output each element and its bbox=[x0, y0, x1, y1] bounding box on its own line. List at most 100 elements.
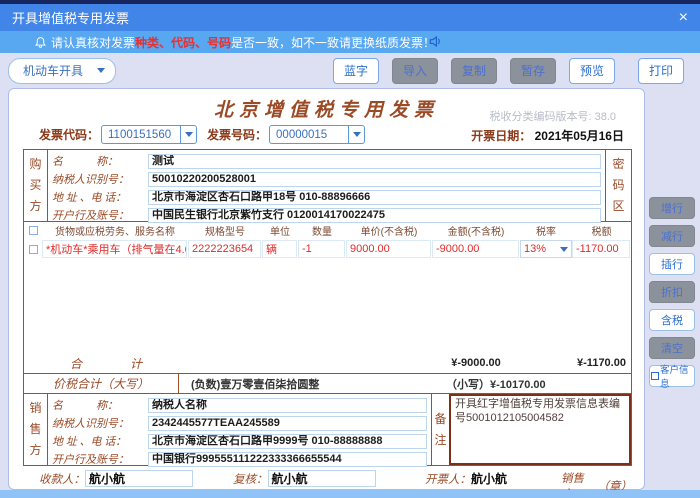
item-price-input[interactable]: 9000.00 bbox=[346, 240, 431, 258]
drawer-label: 开票人： bbox=[425, 471, 471, 487]
item-spec-input[interactable]: 2222223654 bbox=[188, 240, 261, 258]
customer-info-button[interactable]: 客户信息 bbox=[649, 365, 695, 387]
buyer-name-label: 名 称： bbox=[52, 153, 148, 169]
tax-code-version-note: 税收分类编码版本号: 38.0 bbox=[489, 108, 616, 124]
tax-included-button[interactable]: 含税 bbox=[649, 309, 695, 331]
seller-bank-row: 开户行及账号： 中国银行999555111222333366655544 bbox=[52, 451, 427, 467]
add-row-button: 增行 bbox=[649, 197, 695, 219]
buyer-bank-row: 开户行及账号： 中国民生银行北京紫竹支行 0120014170022475 bbox=[52, 207, 601, 223]
invoice-body: 购买方 名 称： 测试 纳税人识别号： 50010220200528001 地 … bbox=[23, 149, 632, 466]
header-checkbox-cell[interactable] bbox=[24, 226, 42, 235]
seller-bank-input[interactable]: 中国银行999555111222333366655544 bbox=[148, 452, 427, 467]
notice-bar: 请认真核对发票种类、代码、号码是否一致，如不一致请更换纸质发票！ bbox=[0, 31, 700, 53]
reviewer-label: 复核： bbox=[233, 471, 268, 487]
buyer-name-input[interactable]: 测试 bbox=[148, 154, 601, 169]
buyer-bank-label: 开户行及账号： bbox=[52, 207, 148, 223]
buyer-address-input[interactable]: 北京市海淀区杏石口路甲18号 010-88896666 bbox=[148, 190, 601, 205]
item-taxrate-value: 13% bbox=[524, 243, 546, 255]
seller-fields: 名 称： 纳税人名称 纳税人识别号： 2342445577TEAA245589 … bbox=[48, 394, 431, 465]
seller-section: 销售方 名 称： 纳税人名称 纳税人识别号： 2342445577TEAA245… bbox=[23, 393, 632, 466]
invoice-date: 开票日期： 2021年05月16日 bbox=[471, 127, 624, 144]
item-amount-input[interactable]: -9000.00 bbox=[432, 240, 519, 258]
insert-row-button[interactable]: 插行 bbox=[649, 253, 695, 275]
col-tax: 税额 bbox=[572, 223, 631, 238]
item-name-input[interactable]: *机动车*乘用车（排气量在4.0升以上 bbox=[42, 240, 187, 258]
seller-taxid-row: 纳税人识别号： 2342445577TEAA245589 bbox=[52, 415, 427, 431]
item-tax-input[interactable]: -1170.00 bbox=[572, 240, 630, 258]
invoice-footer: 收款人： 航小航 复核： 航小航 开票人： 航小航 销售方： （章） bbox=[23, 470, 632, 490]
col-spec: 规格型号 bbox=[188, 223, 262, 238]
invoice-number-value: 00000015 bbox=[270, 129, 348, 141]
temp-save-button: 暂存 bbox=[510, 58, 556, 84]
invoice-code-value: 1100151560 bbox=[102, 129, 180, 141]
item-qty-input[interactable]: -1 bbox=[298, 240, 345, 258]
password-area: 密码区 bbox=[605, 150, 631, 221]
bottom-strip bbox=[0, 490, 700, 498]
preview-button[interactable]: 预览 bbox=[569, 58, 615, 84]
col-amount: 金额(不含税) bbox=[432, 223, 520, 238]
buyer-address-label: 地 址 、电 话： bbox=[52, 189, 148, 205]
seller-taxid-label: 纳税人识别号： bbox=[52, 415, 148, 431]
seller-address-label: 地 址 、电 话： bbox=[52, 433, 148, 449]
close-icon[interactable]: × bbox=[679, 10, 688, 26]
customer-info-checkbox[interactable] bbox=[651, 372, 659, 380]
buyer-bank-input[interactable]: 中国民生银行北京紫竹支行 0120014170022475 bbox=[148, 208, 601, 223]
reviewer-group: 复核： 航小航 bbox=[233, 470, 376, 487]
import-button: 导入 bbox=[392, 58, 438, 84]
speaker-icon[interactable] bbox=[428, 34, 443, 52]
totals-tax: ¥-1170.00 bbox=[572, 357, 631, 369]
seller-address-input[interactable]: 北京市海淀区杏石口路甲9999号 010-88888888 bbox=[148, 434, 427, 449]
invoice-date-value: 2021年05月16日 bbox=[535, 129, 624, 143]
invoice-number-select[interactable]: 00000015 bbox=[269, 125, 365, 144]
blue-invoice-button[interactable]: 蓝字 bbox=[333, 58, 379, 84]
customer-info-label: 客户信息 bbox=[660, 362, 693, 390]
col-qty: 数量 bbox=[298, 223, 346, 238]
buyer-fields: 名 称： 测试 纳税人识别号： 50010220200528001 地 址 、电… bbox=[48, 150, 605, 221]
remarks-side-label: 备注 bbox=[431, 394, 449, 465]
item-unit-input[interactable]: 辆 bbox=[262, 240, 297, 258]
reviewer-input[interactable]: 航小航 bbox=[268, 470, 376, 487]
seller-name-input[interactable]: 纳税人名称 bbox=[148, 398, 427, 413]
seller-taxid-input[interactable]: 2342445577TEAA245589 bbox=[148, 416, 427, 431]
copy-button: 复制 bbox=[451, 58, 497, 84]
seller-bank-label: 开户行及账号： bbox=[52, 451, 148, 467]
col-price: 单价(不含税) bbox=[346, 223, 432, 238]
sum-numeric: （小写）¥-10170.00 bbox=[446, 374, 631, 393]
col-unit: 单位 bbox=[262, 223, 298, 238]
invoice-type-value: 机动车开具 bbox=[23, 62, 83, 79]
row-checkbox bbox=[29, 245, 38, 254]
remarks-box[interactable]: 开具红字增值税专用发票信息表编号5001012105004582 bbox=[449, 394, 631, 465]
seller-name-row: 名 称： 纳税人名称 bbox=[52, 397, 427, 413]
col-name: 货物或应税劳务、服务名称 bbox=[42, 223, 188, 238]
payee-input[interactable]: 航小航 bbox=[85, 470, 193, 487]
seller-address-row: 地 址 、电 话： 北京市海淀区杏石口路甲9999号 010-88888888 bbox=[52, 433, 427, 449]
item-row: *机动车*乘用车（排气量在4.0升以上 2222223654 辆 -1 9000… bbox=[24, 239, 631, 259]
items-table-header: 货物或应税劳务、服务名称 规格型号 单位 数量 单价(不含税) 金额(不含税) … bbox=[24, 222, 631, 239]
chevron-down-icon bbox=[97, 68, 105, 73]
drawer-group: 开票人： 航小航 bbox=[425, 470, 507, 487]
payee-label: 收款人： bbox=[39, 471, 85, 487]
invoice-code-row: 发票代码： 1100151560 发票号码： 00000015 bbox=[39, 125, 375, 144]
sum-in-words: (负数)壹万零壹佰柒拾圆整 bbox=[179, 374, 446, 393]
invoice-code-label: 发票代码： bbox=[39, 126, 99, 143]
discount-button: 折扣 bbox=[649, 281, 695, 303]
invoice-number-label: 发票号码： bbox=[207, 126, 267, 143]
item-taxrate-select[interactable]: 13% bbox=[520, 240, 572, 258]
toolbar: 机动车开具 蓝字 导入 复制 暂存 预览 打印 bbox=[0, 53, 700, 88]
buyer-taxid-input[interactable]: 50010220200528001 bbox=[148, 172, 601, 187]
sum-label: 价税合计（大写） bbox=[24, 374, 179, 393]
notice-text-post: 是否一致，如不一致请更换纸质发票！ bbox=[231, 34, 435, 51]
dialog-titlebar: 开具增值税专用发票 × bbox=[0, 4, 700, 31]
print-button[interactable]: 打印 bbox=[638, 58, 684, 84]
invoice-type-select[interactable]: 机动车开具 bbox=[8, 58, 116, 84]
chevron-down-icon bbox=[560, 247, 568, 252]
invoice-code-select[interactable]: 1100151560 bbox=[101, 125, 197, 144]
remove-row-button: 减行 bbox=[649, 225, 695, 247]
notice-text-highlight: 种类、代码、号码 bbox=[135, 34, 231, 51]
buyer-name-row: 名 称： 测试 bbox=[52, 153, 601, 169]
row-checkbox-cell[interactable] bbox=[24, 245, 42, 254]
totals-row: 合 计 ¥-9000.00 ¥-1170.00 bbox=[24, 353, 631, 373]
invoice-app-window: 开具增值税专用发票 × 请认真核对发票种类、代码、号码是否一致，如不一致请更换纸… bbox=[0, 0, 700, 498]
totals-amount: ¥-9000.00 bbox=[432, 357, 520, 369]
sum-row: 价税合计（大写） (负数)壹万零壹佰柒拾圆整 （小写）¥-10170.00 bbox=[23, 373, 632, 394]
